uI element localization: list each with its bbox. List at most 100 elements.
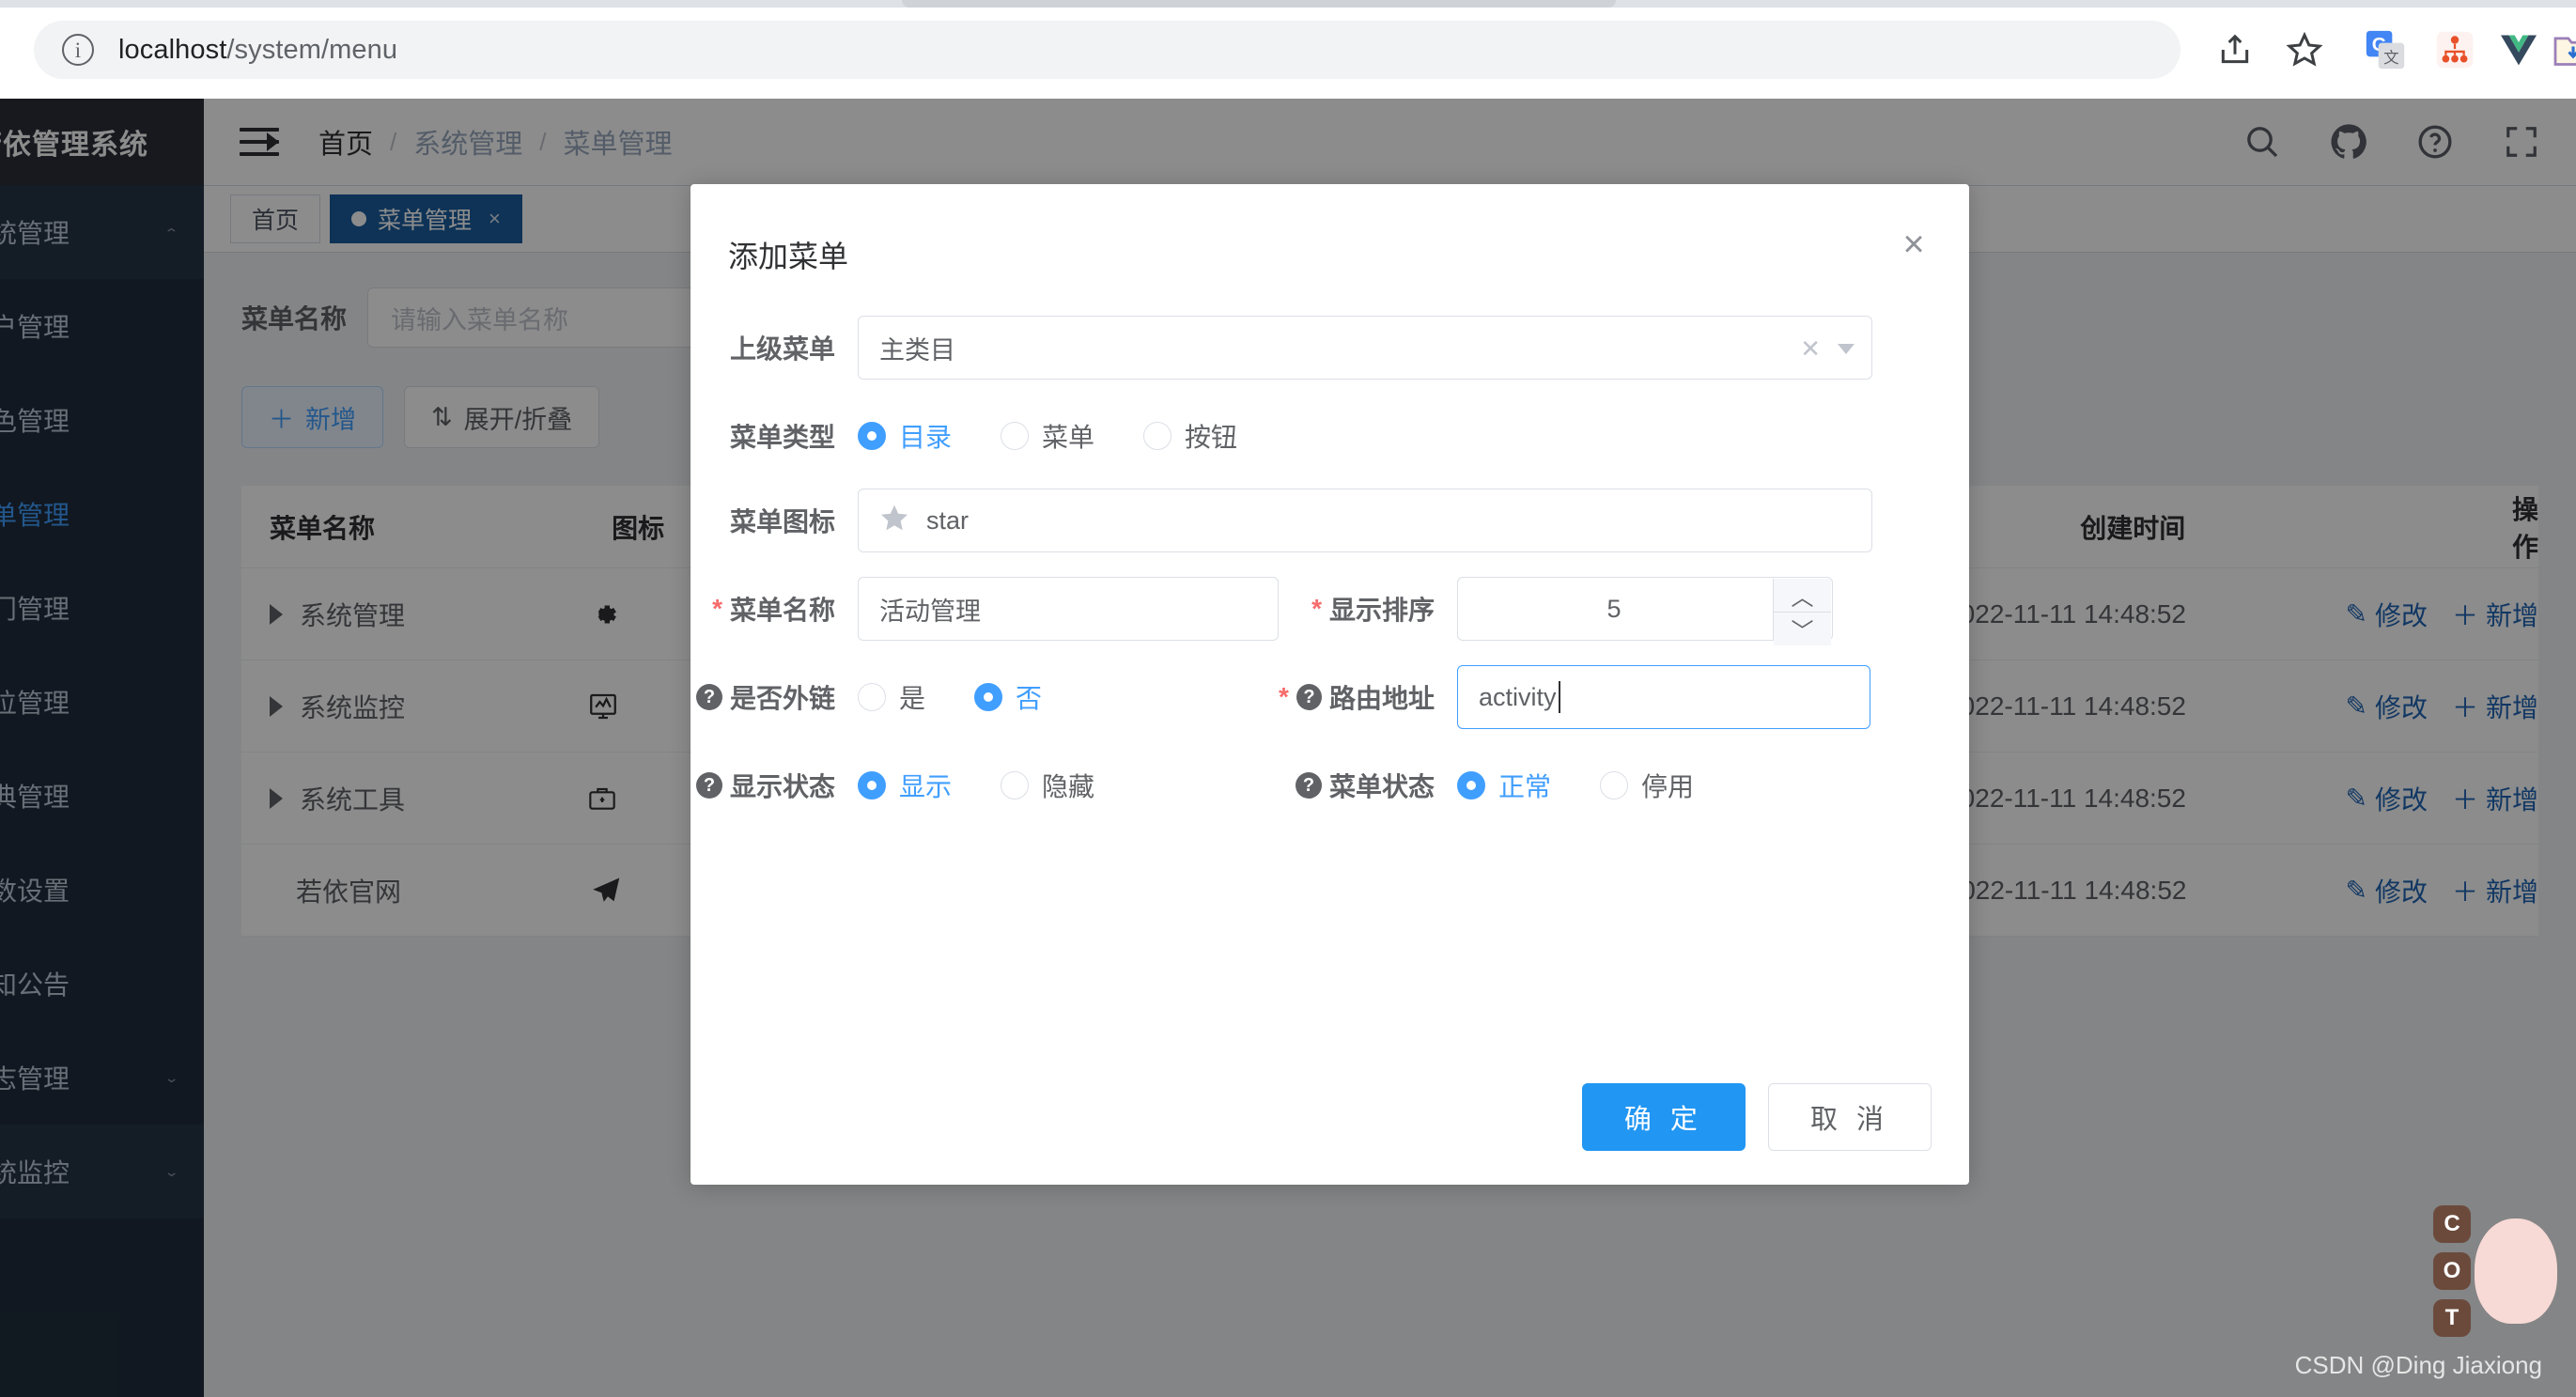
radio-visible-hide[interactable]: 隐藏 — [1001, 767, 1094, 804]
field-label: * 菜单名称 — [691, 577, 858, 641]
badge-c-icon: C — [2433, 1205, 2471, 1243]
question-icon[interactable]: ? — [695, 772, 722, 799]
radio-dot-icon — [858, 683, 886, 711]
radio-label: 按钮 — [1185, 423, 1238, 452]
radio-status-disabled[interactable]: 停用 — [1600, 767, 1694, 804]
address-bar[interactable]: i localhost/system/menu — [34, 21, 2180, 79]
field-label: 上级菜单 — [729, 334, 835, 364]
field-label: ? 显示状态 — [691, 753, 858, 817]
sticker-group: C O T — [2426, 1198, 2557, 1339]
radio-dot-icon — [858, 422, 886, 450]
menu-name-input[interactable]: 活动管理 — [858, 577, 1279, 641]
dialog-body: 上级菜单 主类目 ✕ 菜单类型 目录 菜单 按钮 菜单图标 star * 菜单名… — [691, 276, 1969, 817]
question-icon[interactable]: ? — [1295, 772, 1322, 799]
field-label: 菜单类型 — [729, 423, 835, 452]
status-radio-group: 正常 停用 — [1457, 753, 1743, 817]
url-path: /system/menu — [226, 34, 398, 65]
field-label-text: 菜单名称 — [729, 596, 835, 625]
field-parent-menu: 上级菜单 主类目 ✕ — [691, 316, 1932, 380]
radio-label: 菜单 — [1042, 423, 1095, 452]
url-host: localhost — [118, 34, 227, 65]
text-cursor — [1558, 681, 1560, 713]
radio-dot-icon — [858, 771, 886, 799]
bookmark-star-icon[interactable] — [2275, 21, 2334, 79]
required-mark: * — [712, 594, 722, 623]
stepper-increment-button[interactable]: ︿ — [1774, 579, 1831, 613]
star-icon[interactable] — [879, 503, 909, 539]
field-row-name-order: * 菜单名称 活动管理 * 显示排序 5 ︿ ﹀ — [691, 577, 1932, 645]
url-text: localhost/system/menu — [118, 35, 397, 66]
menu-type-radio-group: 目录 菜单 按钮 — [858, 404, 1286, 468]
parent-menu-select[interactable]: 主类目 ✕ — [858, 316, 1872, 380]
radio-label: 否 — [1016, 684, 1043, 713]
watermark-text: CSDN @Ding Jiaxiong — [2294, 1351, 2542, 1379]
select-actions: ✕ — [1800, 317, 1854, 380]
radio-is-frame-no[interactable]: 否 — [974, 678, 1042, 716]
field-row-visible-status: ? 显示状态 显示 隐藏 ? 菜单状态 正常 停用 — [691, 753, 1932, 817]
cancel-button[interactable]: 取 消 — [1767, 1083, 1932, 1151]
radio-label: 是 — [899, 684, 926, 713]
question-icon[interactable]: ? — [1296, 684, 1322, 710]
dialog-title: 添加菜单 — [728, 240, 849, 273]
route-path-input[interactable]: activity — [1457, 665, 1870, 729]
site-info-icon[interactable]: i — [62, 34, 94, 66]
clear-icon[interactable]: ✕ — [1800, 334, 1821, 364]
question-icon[interactable]: ? — [695, 684, 722, 710]
field-label-text: 是否外链 — [729, 684, 835, 713]
radio-label: 正常 — [1498, 772, 1552, 801]
field-row-frame-path: ? 是否外链 是 否 * ? 路由地址 activity — [691, 665, 1932, 729]
menu-name-value: 活动管理 — [879, 597, 981, 626]
route-path-value: activity — [1479, 682, 1557, 711]
stepper-buttons: ︿ ﹀ — [1773, 579, 1831, 645]
field-label-text: 显示状态 — [729, 772, 835, 801]
radio-label: 显示 — [899, 772, 953, 801]
field-label: ? 菜单状态 — [1279, 753, 1457, 817]
required-mark: * — [1279, 682, 1289, 711]
radio-dot-icon — [1143, 422, 1172, 450]
field-label: ? 是否外链 — [691, 665, 858, 729]
radio-menu-type-menu[interactable]: 菜单 — [1001, 417, 1094, 455]
share-icon[interactable] — [2206, 21, 2264, 79]
dialog-header: 添加菜单 × — [691, 184, 1969, 276]
close-icon[interactable]: × — [1892, 225, 1935, 269]
field-label-text: 菜单状态 — [1328, 772, 1435, 801]
confirm-button[interactable]: 确 定 — [1581, 1083, 1746, 1151]
radio-label: 目录 — [899, 423, 953, 452]
radio-dot-icon — [1001, 771, 1030, 799]
google-translate-extension-icon[interactable]: G 文 — [2356, 21, 2414, 79]
radio-dot-icon — [974, 683, 1003, 711]
radio-menu-type-directory[interactable]: 目录 — [858, 417, 952, 455]
menu-icon-input[interactable]: star — [858, 489, 1872, 552]
radio-dot-icon — [1457, 771, 1485, 799]
browser-chrome: i localhost/system/menu G 文 — [0, 0, 2576, 99]
radio-label: 停用 — [1641, 772, 1695, 801]
radio-menu-type-button[interactable]: 按钮 — [1143, 417, 1237, 455]
field-label: * ? 路由地址 — [1279, 665, 1457, 729]
radio-visible-show[interactable]: 显示 — [858, 767, 952, 804]
menu-icon-value: star — [926, 505, 970, 535]
sitemap-extension-icon[interactable] — [2426, 21, 2484, 79]
radio-status-normal[interactable]: 正常 — [1457, 767, 1551, 804]
required-mark: * — [1311, 594, 1322, 623]
radio-is-frame-yes[interactable]: 是 — [858, 678, 925, 716]
field-label-text: 显示排序 — [1328, 596, 1435, 625]
stepper-decrement-button[interactable]: ﹀ — [1774, 613, 1831, 645]
folder-download-extension-icon[interactable] — [2544, 21, 2576, 79]
radio-dot-icon — [1001, 422, 1030, 450]
chevron-down-icon[interactable] — [1838, 343, 1854, 354]
radio-label: 隐藏 — [1042, 772, 1095, 801]
dialog-footer: 确 定 取 消 — [1581, 1083, 1932, 1151]
badge-o-icon: O — [2433, 1252, 2471, 1290]
is-frame-radio-group: 是 否 — [858, 665, 1279, 729]
field-label: 菜单图标 — [729, 507, 835, 536]
badge-t-icon: T — [2433, 1299, 2471, 1337]
bunny-avatar-icon — [2475, 1218, 2557, 1324]
order-num-stepper[interactable]: 5 ︿ ﹀ — [1457, 577, 1833, 645]
svg-text:文: 文 — [2383, 49, 2399, 67]
parent-menu-value: 主类目 — [879, 335, 955, 365]
field-menu-icon: 菜单图标 star — [691, 489, 1932, 552]
browser-tab[interactable] — [902, 0, 1616, 8]
vue-devtools-extension-icon[interactable] — [2490, 21, 2548, 79]
tab-strip — [0, 0, 2576, 8]
field-label: * 显示排序 — [1279, 577, 1457, 641]
